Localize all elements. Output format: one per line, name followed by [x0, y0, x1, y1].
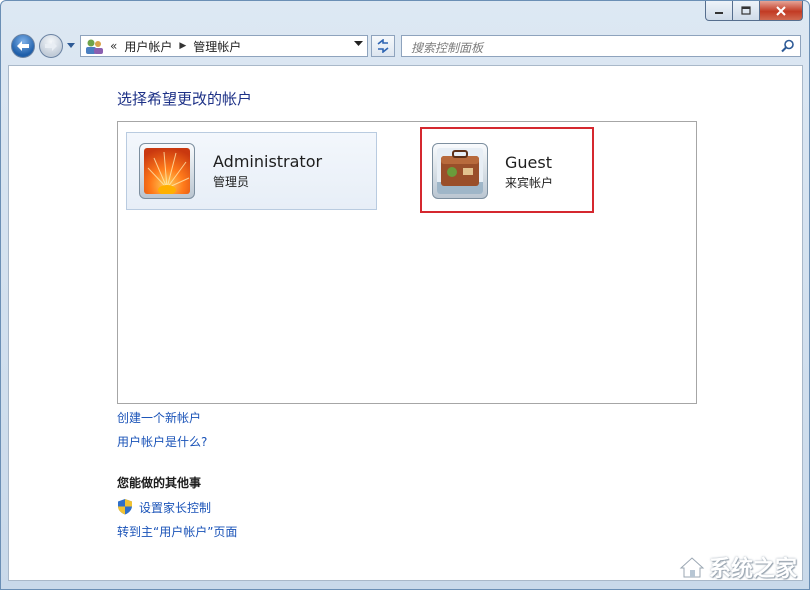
account-type: 来宾帐户	[505, 176, 554, 190]
what-is-account-link[interactable]: 用户帐户是什么?	[117, 433, 207, 450]
account-tile-guest[interactable]: Guest 来宾帐户	[420, 127, 594, 213]
suitcase-picture-icon	[437, 148, 483, 194]
control-panel-window: « 用户帐户 ▶ 管理帐户 搜索控制面板 选择希望更改的帐户 Administr…	[0, 0, 810, 590]
avatar	[432, 143, 488, 199]
parental-controls-link[interactable]: 设置家长控制	[139, 499, 211, 516]
maximize-button[interactable]	[733, 1, 760, 21]
search-box[interactable]: 搜索控制面板	[401, 35, 801, 57]
title-bar	[1, 1, 809, 29]
uac-shield-icon	[118, 499, 132, 515]
watermark: 系统之家	[679, 551, 797, 583]
forward-button[interactable]	[39, 34, 63, 58]
account-type: 管理员	[213, 175, 250, 189]
create-account-link[interactable]: 创建一个新帐户	[117, 409, 201, 426]
minimize-icon	[715, 11, 723, 14]
breadcrumb-separator-icon[interactable]: ▶	[179, 41, 186, 51]
search-icon[interactable]	[781, 39, 795, 53]
arrow-left-icon	[17, 41, 29, 51]
avatar	[139, 143, 195, 199]
navigation-bar: « 用户帐户 ▶ 管理帐户 搜索控制面板	[1, 29, 809, 65]
back-button[interactable]	[11, 34, 35, 58]
flower-picture-icon	[144, 148, 190, 194]
recent-pages-dropdown-icon[interactable]	[67, 43, 75, 49]
account-name: Guest	[505, 153, 552, 172]
house-logo-icon	[679, 557, 705, 578]
refresh-button[interactable]	[371, 35, 395, 57]
other-tasks-title: 您能做的其他事	[117, 476, 202, 490]
refresh-icon	[377, 39, 389, 53]
watermark-text: 系统之家	[708, 557, 797, 582]
minimize-button[interactable]	[705, 1, 733, 21]
page-heading: 选择希望更改的帐户	[117, 90, 253, 108]
address-bar[interactable]: « 用户帐户 ▶ 管理帐户	[80, 35, 368, 57]
close-button[interactable]	[760, 1, 803, 21]
close-icon	[776, 5, 786, 16]
arrow-right-icon	[45, 41, 57, 51]
content-pane: 选择希望更改的帐户 Administrator 管理员 Guest 来宾帐户 创…	[8, 65, 803, 581]
accounts-list: Administrator 管理员 Guest 来宾帐户	[117, 121, 697, 404]
address-dropdown-icon[interactable]	[354, 41, 363, 47]
maximize-icon	[741, 6, 751, 15]
account-name: Administrator	[213, 152, 323, 171]
breadcrumb-manage-accounts[interactable]: 管理帐户	[193, 38, 241, 55]
main-user-accounts-page-link[interactable]: 转到主“用户帐户”页面	[117, 523, 237, 540]
window-controls	[705, 1, 803, 21]
breadcrumb-user-accounts[interactable]: 用户帐户	[124, 38, 172, 55]
address-overflow-chevron[interactable]: «	[110, 39, 117, 53]
account-tile-administrator[interactable]: Administrator 管理员	[126, 132, 377, 210]
users-icon	[86, 39, 103, 54]
search-placeholder: 搜索控制面板	[411, 41, 484, 55]
